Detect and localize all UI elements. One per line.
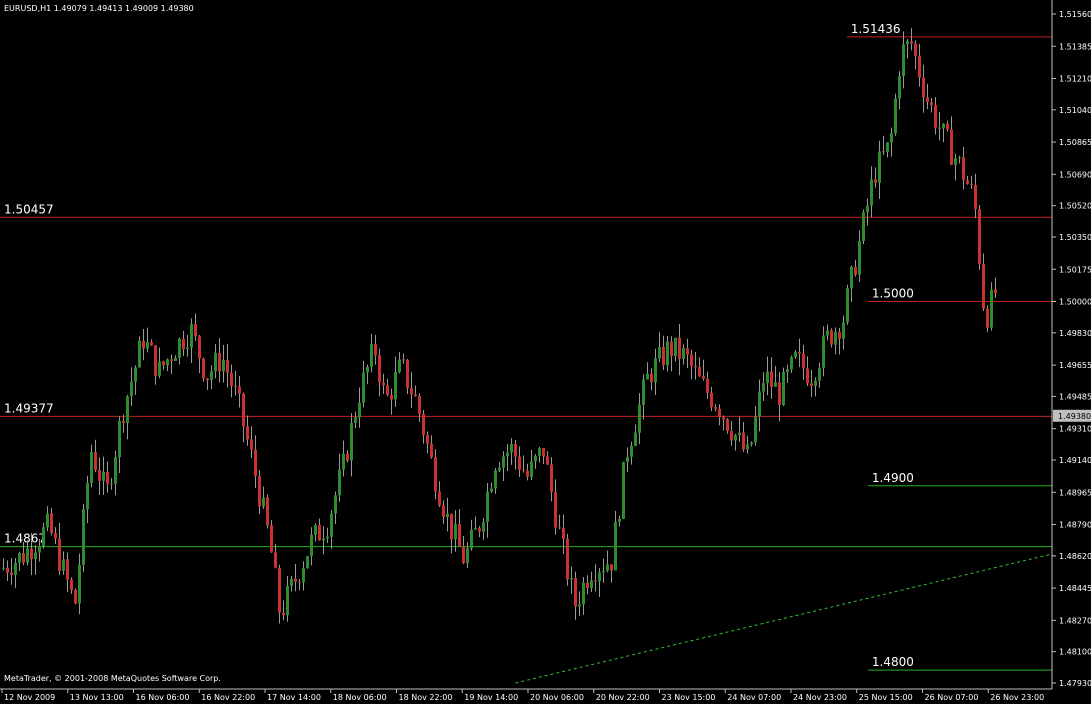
time-tick-label: 23 Nov 15:00: [662, 693, 716, 702]
price-chart[interactable]: 1.514361.504571.50001.493771.49001.48671…: [0, 0, 1091, 704]
price-tick-label: 1.50865: [1059, 138, 1091, 147]
candle: [74, 588, 77, 605]
time-tick-label: 24 Nov 23:00: [793, 693, 847, 702]
price-tick-label: 1.50350: [1059, 233, 1091, 242]
time-tick-label: 20 Nov 22:00: [596, 693, 650, 702]
candle: [978, 205, 981, 270]
price-tick-label: 1.51560: [1059, 10, 1091, 19]
price-tick-label: 1.51210: [1059, 75, 1091, 84]
candle: [782, 367, 785, 406]
time-tick-label: 18 Nov 22:00: [399, 693, 453, 702]
time-tick-label: 24 Nov 07:00: [727, 693, 781, 702]
price-tick-label: 1.48965: [1059, 488, 1091, 497]
price-tick-label: 1.51385: [1059, 42, 1091, 51]
time-tick-label: 12 Nov 2009: [4, 693, 55, 702]
level-label-1.51436: 1.51436: [851, 22, 901, 36]
price-tick-label: 1.48445: [1059, 584, 1091, 593]
time-tick-label: 16 Nov 22:00: [201, 693, 255, 702]
candle: [82, 503, 85, 573]
price-tick-label: 1.50000: [1059, 298, 1091, 307]
price-tick-label: 1.49655: [1059, 361, 1091, 370]
price-tick-label: 1.49830: [1059, 329, 1091, 338]
time-tick-label: 19 Nov 14:00: [464, 693, 518, 702]
price-tick-label: 1.48620: [1059, 552, 1091, 561]
level-label-1.4900: 1.4900: [872, 471, 914, 485]
price-tick-label: 1.48790: [1059, 521, 1091, 530]
candle: [306, 555, 309, 569]
price-tick-label: 1.50520: [1059, 202, 1091, 211]
candle: [862, 209, 865, 245]
level-label-1.4800: 1.4800: [872, 655, 914, 669]
candle: [202, 357, 205, 382]
candle: [894, 93, 897, 136]
chart-title: EURUSD,H1 1.49079 1.49413 1.49009 1.4938…: [4, 4, 194, 13]
price-tick-label: 1.47930: [1059, 679, 1091, 688]
candle: [846, 284, 849, 325]
price-tick-label: 1.51040: [1059, 106, 1091, 115]
price-tick-label: 1.49310: [1059, 425, 1091, 434]
candle: [138, 336, 141, 368]
price-tick-label: 1.49140: [1059, 456, 1091, 465]
candle: [266, 494, 269, 529]
price-tick-label: 1.50690: [1059, 170, 1091, 179]
current-price-badge: 1.49380: [1053, 409, 1091, 422]
time-tick-label: 25 Nov 15:00: [859, 693, 913, 702]
time-tick-label: 18 Nov 06:00: [333, 693, 387, 702]
price-tick-label: 1.48270: [1059, 616, 1091, 625]
candle: [566, 533, 569, 586]
level-label-1.5000: 1.5000: [872, 287, 914, 301]
time-tick-label: 26 Nov 07:00: [925, 693, 979, 702]
price-tick-label: 1.50175: [1059, 265, 1091, 274]
time-tick-label: 16 Nov 06:00: [136, 693, 190, 702]
price-badge-label: 1.49380: [1058, 412, 1091, 421]
price-tick-label: 1.48100: [1059, 648, 1091, 657]
price-tick-label: 1.49485: [1059, 392, 1091, 401]
time-tick-label: 13 Nov 13:00: [70, 693, 124, 702]
level-label-1.50457: 1.50457: [4, 202, 54, 216]
time-tick-label: 17 Nov 14:00: [267, 693, 321, 702]
candle: [622, 461, 625, 520]
time-tick-label: 26 Nov 23:00: [990, 693, 1044, 702]
time-tick-label: 20 Nov 06:00: [530, 693, 584, 702]
level-label-1.49377: 1.49377: [4, 401, 54, 415]
copyright-footer: MetaTrader, © 2001-2008 MetaQuotes Softw…: [4, 674, 221, 683]
